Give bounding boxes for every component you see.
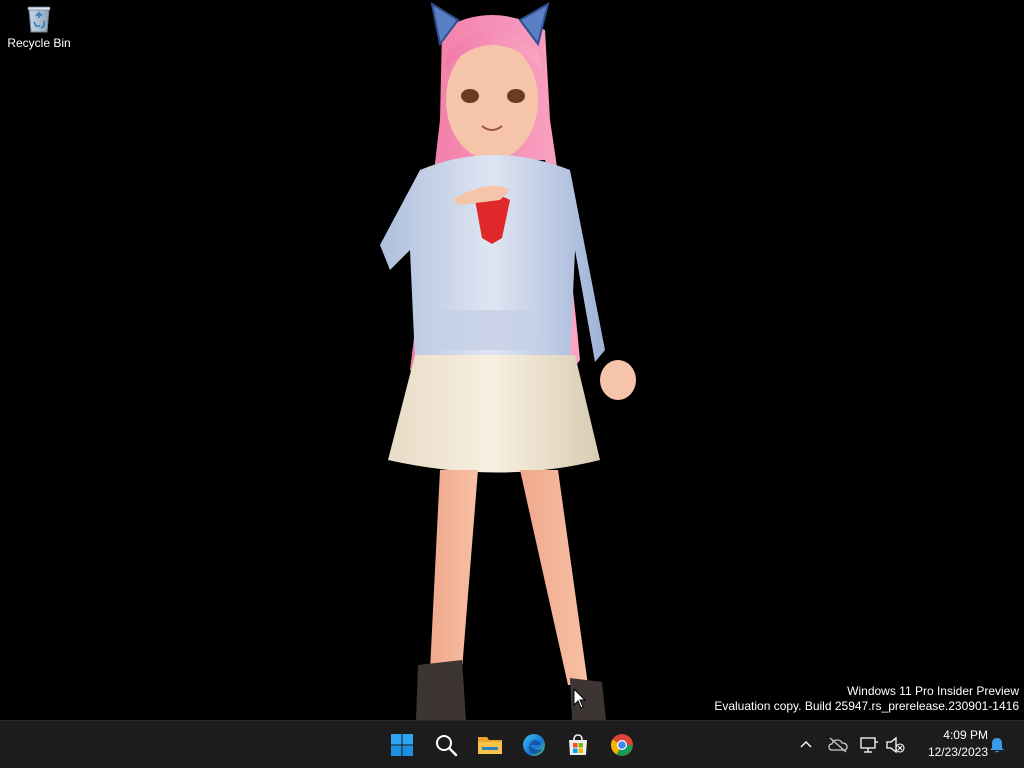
bell-icon <box>990 738 1004 753</box>
recycle-bin-label: Recycle Bin <box>7 36 71 50</box>
clock-button[interactable]: 4:09 PM 12/23/2023 <box>912 727 988 761</box>
evaluation-watermark: Windows 11 Pro Insider Preview Evaluatio… <box>714 684 1019 714</box>
edge-icon <box>523 734 545 756</box>
network-icon <box>860 737 878 753</box>
volume-tray-button[interactable] <box>882 731 908 759</box>
notification-center-button[interactable] <box>984 731 1010 759</box>
show-hidden-icons-button[interactable] <box>793 731 819 759</box>
recycle-bin-icon <box>27 6 51 33</box>
windows-start-icon <box>391 734 413 756</box>
store-icon <box>569 734 587 755</box>
onedrive-tray-button[interactable] <box>825 731 851 759</box>
network-tray-button[interactable] <box>856 731 882 759</box>
file-explorer-button[interactable] <box>470 725 510 765</box>
onedrive-offline-icon <box>828 737 848 753</box>
search-button[interactable] <box>426 725 466 765</box>
desktop-icon-recycle-bin[interactable]: Recycle Bin <box>4 4 74 64</box>
search-icon <box>436 735 458 757</box>
clock-time: 4:09 PM <box>943 728 988 742</box>
clock-date: 12/23/2023 <box>927 745 988 759</box>
desktop: Recycle Bin Windows 11 Pro Insider Previ… <box>0 0 1024 720</box>
watermark-build: Evaluation copy. Build 25947.rs_prerelea… <box>714 699 1019 713</box>
store-button[interactable] <box>558 725 598 765</box>
taskbar: 4:09 PM 12/23/2023 <box>0 720 1024 768</box>
mouse-cursor-icon <box>573 688 587 709</box>
anime-character-wallpaper <box>380 1 636 720</box>
chrome-icon <box>611 734 633 756</box>
chevron-up-icon <box>800 741 812 748</box>
start-button[interactable] <box>382 725 422 765</box>
edge-button[interactable] <box>514 725 554 765</box>
folder-icon <box>478 737 502 754</box>
watermark-edition: Windows 11 Pro Insider Preview <box>847 684 1019 698</box>
volume-muted-icon <box>886 736 905 754</box>
chrome-button[interactable] <box>602 725 642 765</box>
